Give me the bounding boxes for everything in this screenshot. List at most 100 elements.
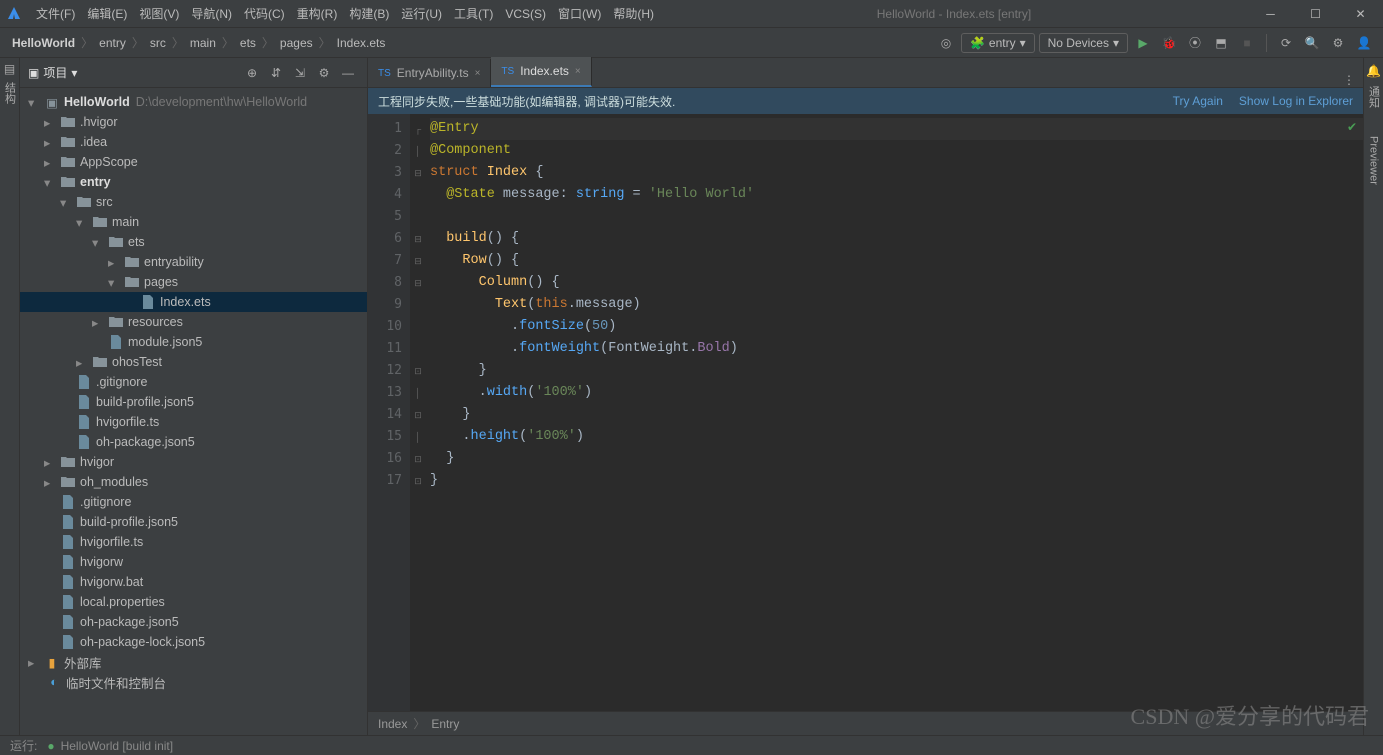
close-tab-icon[interactable]: × [575, 66, 581, 77]
try-again-link[interactable]: Try Again [1173, 94, 1223, 108]
tree-item[interactable]: oh-package-lock.json5 [20, 632, 367, 652]
tree-item[interactable]: ▾pages [20, 272, 367, 292]
chevron-right-icon[interactable]: ▸ [28, 655, 40, 670]
target-icon[interactable]: ◎ [935, 32, 957, 54]
menu-edit[interactable]: 编辑(E) [81, 5, 133, 22]
tree-item[interactable]: .gitignore [20, 492, 367, 512]
tree-item[interactable]: ▸entryability [20, 252, 367, 272]
editor-crumb-0[interactable]: Index [378, 717, 407, 731]
menu-refactor[interactable]: 重构(R) [291, 5, 344, 22]
tree-item[interactable]: local.properties [20, 592, 367, 612]
chevron-down-icon[interactable]: ▾ [28, 95, 40, 110]
tree-arrow-icon[interactable]: ▸ [92, 315, 104, 330]
profile-icon[interactable]: 👤 [1353, 32, 1375, 54]
previewer-tool[interactable]: Previewer [1368, 136, 1380, 185]
tree-arrow-icon[interactable]: ▸ [44, 455, 56, 470]
tree-item[interactable]: ▾main [20, 212, 367, 232]
tree-item[interactable]: .gitignore [20, 372, 367, 392]
tree-arrow-icon[interactable]: ▾ [108, 275, 120, 290]
structure-tool-label[interactable]: 结构 [2, 82, 18, 104]
tree-item[interactable]: ▾src [20, 192, 367, 212]
tree-arrow-icon[interactable]: ▾ [92, 235, 104, 250]
tree-item[interactable]: oh-package.json5 [20, 432, 367, 452]
crumb-0[interactable]: HelloWorld [8, 36, 79, 50]
tree-item[interactable]: ▸.idea [20, 132, 367, 152]
tree-item[interactable]: module.json5 [20, 332, 367, 352]
tree-item[interactable]: hvigorw [20, 552, 367, 572]
scratches[interactable]: ◐ 临时文件和控制台 [20, 672, 367, 692]
tree-item[interactable]: Index.ets [20, 292, 367, 312]
menu-nav[interactable]: 导航(N) [185, 5, 238, 22]
collapse-all-icon[interactable]: ⇲ [289, 62, 311, 84]
devices-combo[interactable]: No Devices ▾ [1039, 33, 1128, 53]
project-view-combo[interactable]: ▣ 项目 ▾ [28, 64, 77, 81]
close-button[interactable]: ✕ [1338, 0, 1383, 28]
tree-item[interactable]: hvigorfile.ts [20, 532, 367, 552]
crumb-4[interactable]: ets [236, 36, 260, 50]
analysis-ok-icon[interactable]: ✔ [1347, 120, 1357, 134]
crumb-3[interactable]: main [186, 36, 220, 50]
tree-item[interactable]: ▸oh_modules [20, 472, 367, 492]
editor-crumb-1[interactable]: Entry [431, 717, 459, 731]
tree-arrow-icon[interactable]: ▾ [60, 195, 72, 210]
attach-button[interactable]: ⬒ [1210, 32, 1232, 54]
show-log-link[interactable]: Show Log in Explorer [1239, 94, 1353, 108]
fold-gutter[interactable]: ┌│⊟⊟⊟⊟⊡│⊡│⊡⊡ [410, 114, 426, 711]
menu-code[interactable]: 代码(C) [238, 5, 291, 22]
tree-root[interactable]: ▾ ▣ HelloWorld D:\development\hw\HelloWo… [20, 92, 367, 112]
tree-arrow-icon[interactable]: ▸ [108, 255, 120, 270]
maximize-button[interactable]: ☐ [1293, 0, 1338, 28]
locate-icon[interactable]: ⊕ [241, 62, 263, 84]
menu-help[interactable]: 帮助(H) [607, 5, 660, 22]
tree-item[interactable]: build-profile.json5 [20, 392, 367, 412]
menu-window[interactable]: 窗口(W) [552, 5, 607, 22]
tree-arrow-icon[interactable]: ▾ [76, 215, 88, 230]
code-content[interactable]: @Entry @Component struct Index { @State … [426, 114, 1363, 711]
tree-item[interactable]: hvigorw.bat [20, 572, 367, 592]
tree-arrow-icon[interactable]: ▸ [44, 155, 56, 170]
build-label[interactable]: HelloWorld [build init] [61, 739, 174, 753]
project-tool-icon[interactable]: ▤ [4, 62, 15, 76]
debug-button[interactable]: 🐞 [1158, 32, 1180, 54]
menu-tools[interactable]: 工具(T) [448, 5, 499, 22]
tree-item[interactable]: build-profile.json5 [20, 512, 367, 532]
tab-index-ets[interactable]: TS Index.ets × [491, 57, 591, 87]
crumb-2[interactable]: src [146, 36, 170, 50]
crumb-1[interactable]: entry [95, 36, 130, 50]
notifications-tool[interactable]: 通知 [1366, 86, 1382, 108]
tab-entryability[interactable]: TS EntryAbility.ts × [368, 59, 491, 87]
tree-arrow-icon[interactable]: ▾ [44, 175, 56, 190]
bell-icon[interactable]: 🔔 [1366, 64, 1381, 78]
minimize-button[interactable]: ─ [1248, 0, 1293, 28]
tree-arrow-icon[interactable]: ▸ [44, 115, 56, 130]
line-gutter[interactable]: 1234567891011121314151617 [368, 114, 410, 711]
menu-vcs[interactable]: VCS(S) [499, 7, 552, 21]
menu-build[interactable]: 构建(B) [343, 5, 395, 22]
stop-button[interactable]: ■ [1236, 32, 1258, 54]
tree-arrow-icon[interactable]: ▸ [44, 475, 56, 490]
profile-button[interactable]: ⦿ [1184, 32, 1206, 54]
settings-icon[interactable]: ⚙ [1327, 32, 1349, 54]
tree-item[interactable]: ▸hvigor [20, 452, 367, 472]
close-tab-icon[interactable]: × [475, 68, 481, 79]
tree-item[interactable]: oh-package.json5 [20, 612, 367, 632]
sync-icon[interactable]: ⟳ [1275, 32, 1297, 54]
tab-menu-icon[interactable]: ⋮ [1335, 73, 1363, 87]
external-libs[interactable]: ▸ ▮ 外部库 [20, 652, 367, 672]
project-tree[interactable]: ▾ ▣ HelloWorld D:\development\hw\HelloWo… [20, 88, 367, 735]
tree-item[interactable]: ▾ets [20, 232, 367, 252]
crumb-6[interactable]: Index.ets [333, 36, 390, 50]
code-editor[interactable]: ✔ 1234567891011121314151617 ┌│⊟⊟⊟⊟⊡│⊡│⊡⊡… [368, 114, 1363, 711]
tree-arrow-icon[interactable]: ▸ [76, 355, 88, 370]
menu-view[interactable]: 视图(V) [133, 5, 185, 22]
run-config-combo[interactable]: 🧩 entry ▾ [961, 33, 1035, 53]
run-button[interactable]: ▶ [1132, 32, 1154, 54]
tree-item[interactable]: ▾entry [20, 172, 367, 192]
menu-file[interactable]: 文件(F) [30, 5, 81, 22]
tree-item[interactable]: ▸AppScope [20, 152, 367, 172]
tree-item[interactable]: ▸.hvigor [20, 112, 367, 132]
tree-item[interactable]: hvigorfile.ts [20, 412, 367, 432]
panel-settings-icon[interactable]: ⚙ [313, 62, 335, 84]
crumb-5[interactable]: pages [276, 36, 317, 50]
tree-item[interactable]: ▸ohosTest [20, 352, 367, 372]
